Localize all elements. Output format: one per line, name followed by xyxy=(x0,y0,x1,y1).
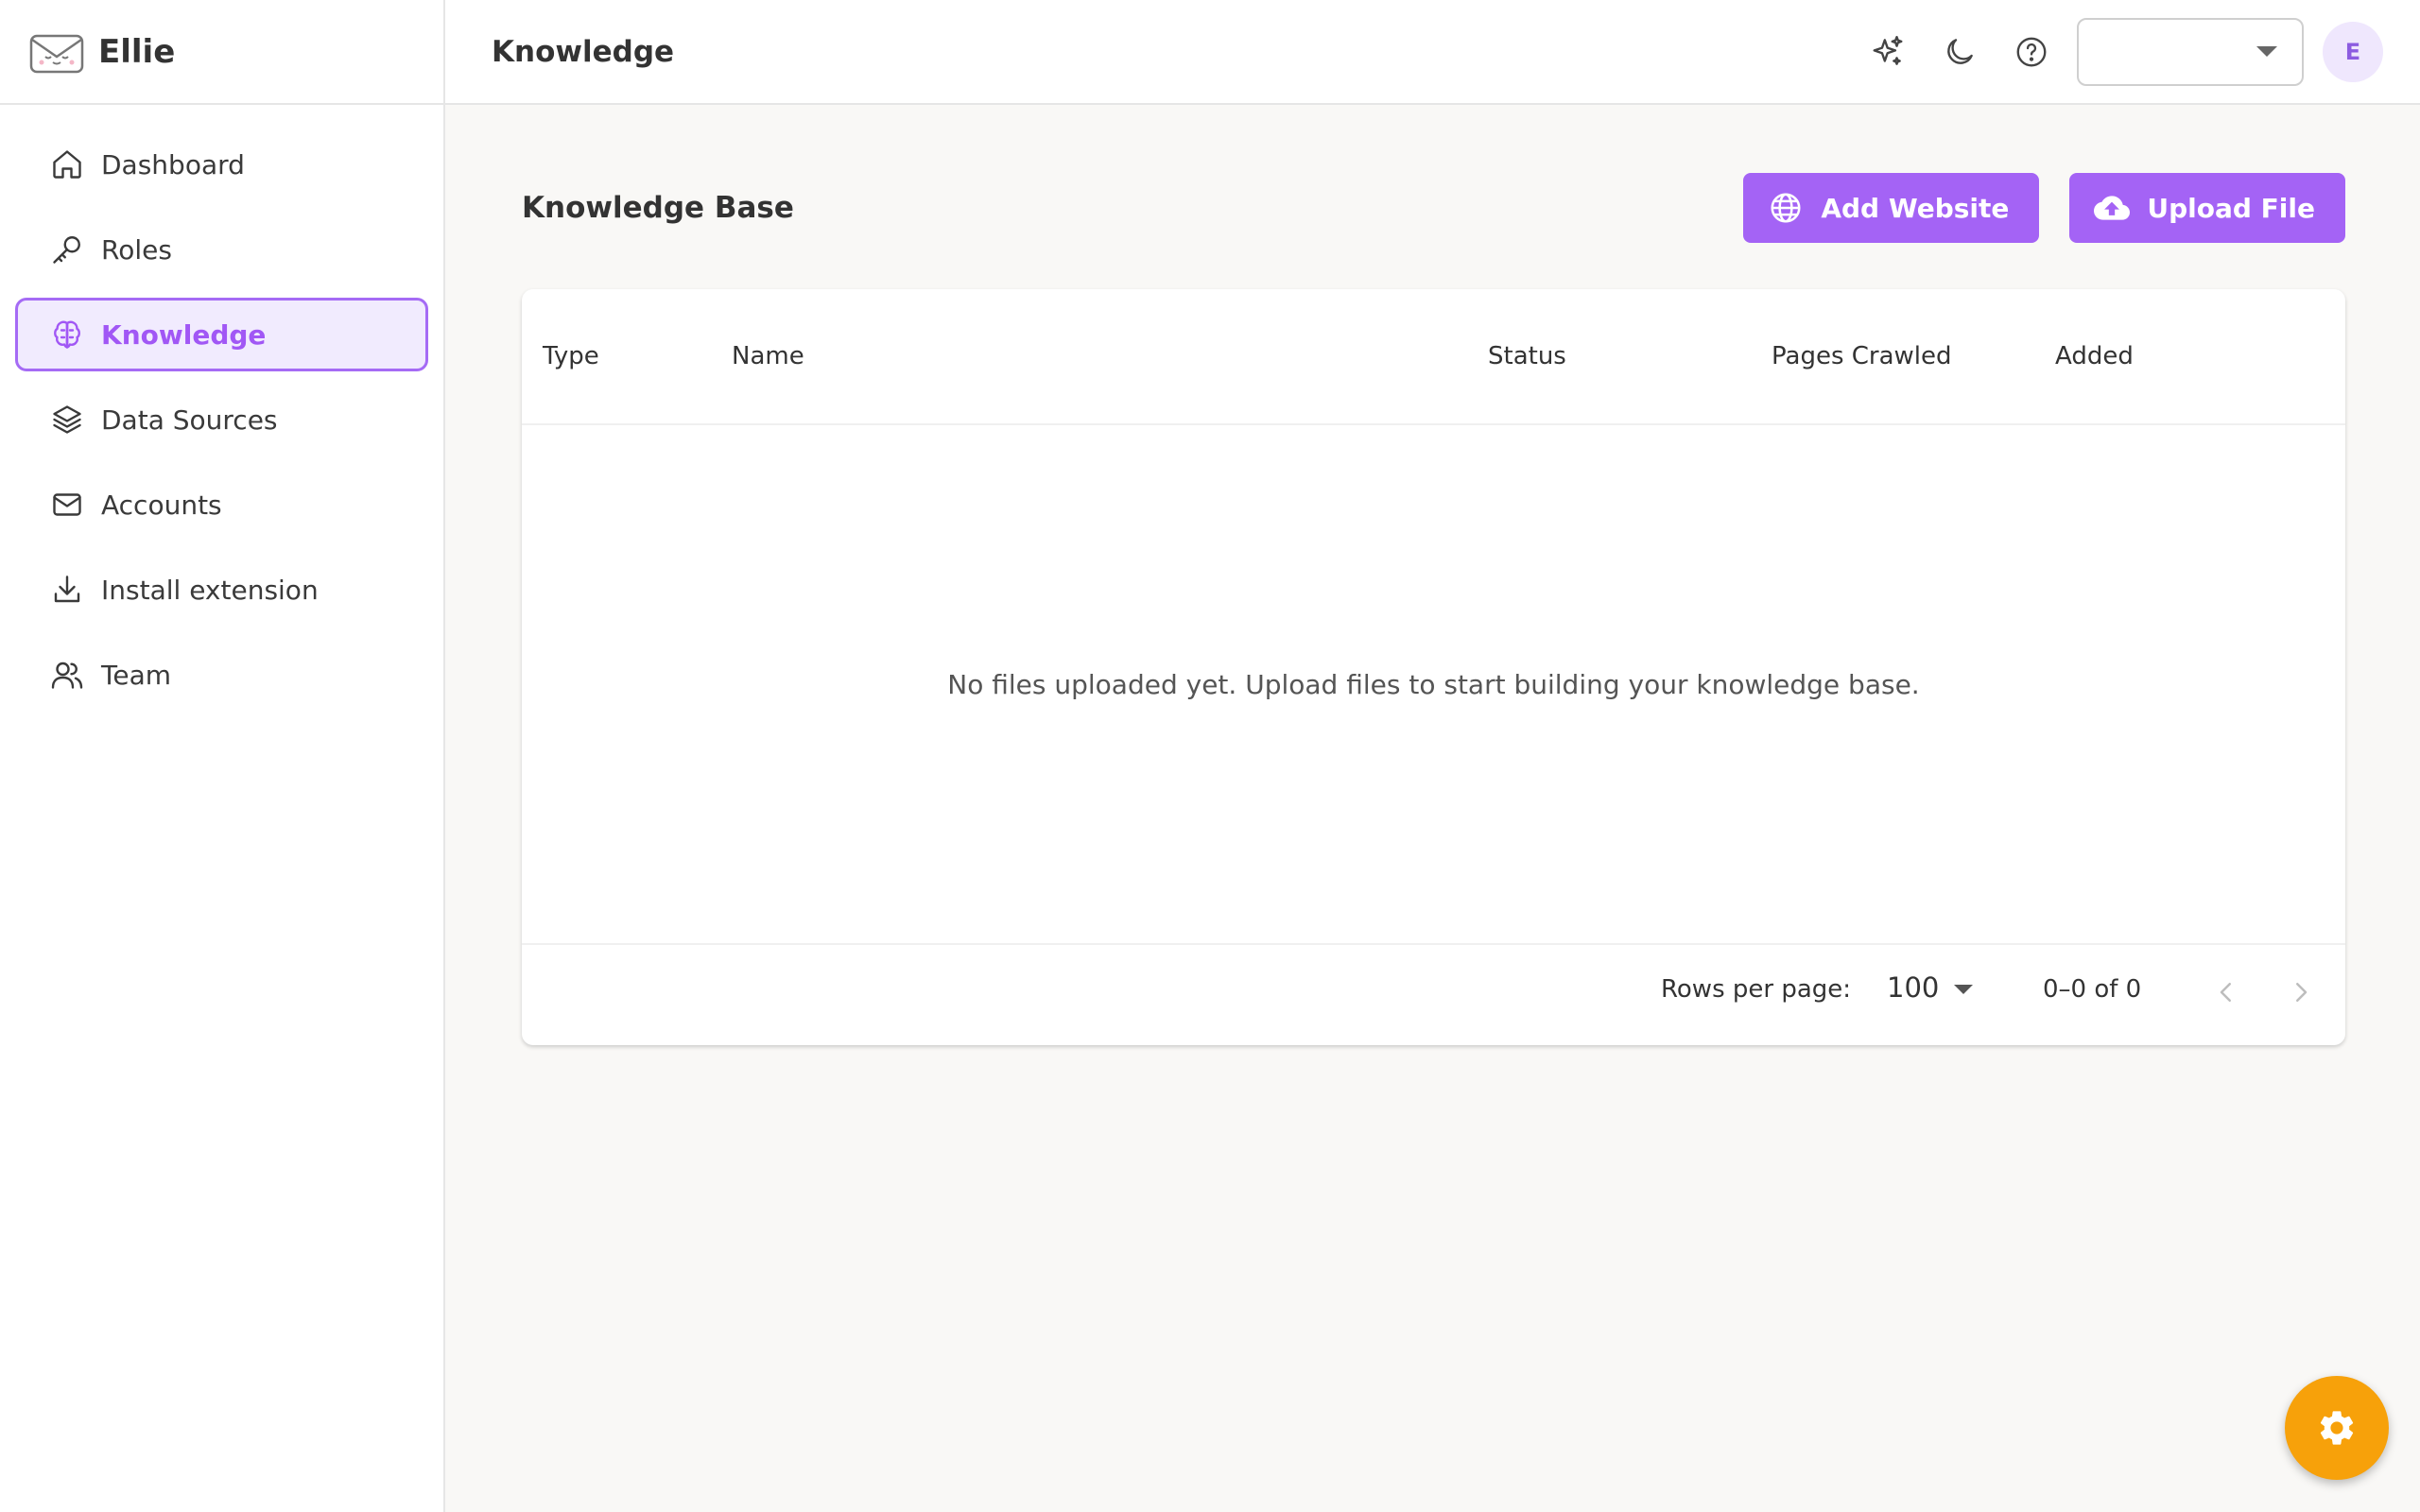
sidebar: Ellie Dashboard Roles Knowledge Data Sou… xyxy=(0,0,445,1512)
sidebar-item-install-extension[interactable]: Install extension xyxy=(15,553,428,627)
moon-icon xyxy=(1947,38,1973,64)
sidebar-item-label: Install extension xyxy=(101,574,319,606)
rows-per-page-select[interactable]: 100 xyxy=(1887,971,1974,1004)
empty-state: No files uploaded yet. Upload files to s… xyxy=(522,425,2345,945)
download-icon xyxy=(54,576,80,603)
workspace-select[interactable] xyxy=(2077,17,2304,86)
users-icon xyxy=(51,662,83,689)
add-website-button[interactable]: Add Website xyxy=(1743,173,2040,243)
chevron-left-icon xyxy=(2220,983,2231,1002)
pagination: Rows per page: 100 0–0 of 0 xyxy=(522,945,2345,1043)
page-title: Knowledge xyxy=(492,34,675,69)
sidebar-item-label: Team xyxy=(101,659,172,691)
pagination-range: 0–0 of 0 xyxy=(2043,975,2142,1004)
help-button[interactable] xyxy=(2013,33,2050,71)
brain-icon xyxy=(54,320,80,349)
sidebar-item-label: Dashboard xyxy=(101,148,245,180)
knowledge-table: Type Name Status Pages Crawled Added No … xyxy=(522,289,2345,1045)
brand-name: Ellie xyxy=(98,32,176,71)
column-header-status[interactable]: Status xyxy=(1488,342,1566,370)
sidebar-item-label: Knowledge xyxy=(101,318,267,351)
chevron-down-icon xyxy=(2256,46,2277,57)
column-header-type[interactable]: Type xyxy=(543,342,599,370)
column-header-pages-crawled[interactable]: Pages Crawled xyxy=(1772,342,1952,370)
sidebar-item-knowledge[interactable]: Knowledge xyxy=(15,298,428,371)
sidebar-item-label: Roles xyxy=(101,233,172,266)
kb-header: Knowledge Base Add Website Upload File xyxy=(522,172,2345,244)
envelope-face-icon xyxy=(29,34,84,73)
next-page-button[interactable] xyxy=(2282,973,2320,1011)
upload-file-label: Upload File xyxy=(2147,192,2315,224)
help-circle-icon xyxy=(2016,37,2047,66)
rows-per-page-label: Rows per page: xyxy=(1661,975,1852,1004)
sidebar-nav: Dashboard Roles Knowledge Data Sources A… xyxy=(0,105,443,712)
gear-icon xyxy=(2320,1411,2354,1445)
sidebar-item-roles[interactable]: Roles xyxy=(15,213,428,286)
sidebar-item-label: Data Sources xyxy=(101,404,278,436)
sidebar-item-dashboard[interactable]: Dashboard xyxy=(15,128,428,201)
sparkles-button[interactable] xyxy=(1869,33,1907,71)
upload-file-button[interactable]: Upload File xyxy=(2069,173,2345,243)
cloud-upload-icon xyxy=(2094,196,2131,220)
globe-icon xyxy=(1771,193,1801,223)
sidebar-item-team[interactable]: Team xyxy=(15,638,428,712)
sparkles-icon xyxy=(1873,35,1903,65)
chevron-down-icon xyxy=(1954,985,1974,994)
settings-fab[interactable] xyxy=(2285,1376,2389,1480)
chevron-right-icon xyxy=(2296,983,2308,1002)
mail-icon xyxy=(53,493,81,516)
table-header: Type Name Status Pages Crawled Added xyxy=(522,289,2345,425)
column-header-name[interactable]: Name xyxy=(732,342,804,370)
rows-per-page-value: 100 xyxy=(1887,971,1940,1004)
theme-toggle-button[interactable] xyxy=(1941,33,1979,71)
layers-icon xyxy=(53,405,81,434)
previous-page-button[interactable] xyxy=(2207,973,2245,1011)
key-icon xyxy=(53,236,80,264)
kb-actions: Add Website Upload File xyxy=(1743,173,2345,243)
add-website-label: Add Website xyxy=(1821,192,2010,224)
home-icon xyxy=(53,150,81,179)
app-root: Ellie Dashboard Roles Knowledge Data Sou… xyxy=(0,0,2420,1512)
section-title: Knowledge Base xyxy=(522,191,794,225)
top-actions: E xyxy=(1835,17,2420,86)
sidebar-item-accounts[interactable]: Accounts xyxy=(15,468,428,541)
column-header-added[interactable]: Added xyxy=(2055,342,2134,370)
empty-message: No files uploaded yet. Upload files to s… xyxy=(947,668,1920,700)
sidebar-item-data-sources[interactable]: Data Sources xyxy=(15,383,428,456)
avatar[interactable]: E xyxy=(2323,21,2383,82)
sidebar-item-label: Accounts xyxy=(101,489,222,521)
topbar: Knowledge E xyxy=(445,0,2420,105)
brand[interactable]: Ellie xyxy=(0,0,443,105)
